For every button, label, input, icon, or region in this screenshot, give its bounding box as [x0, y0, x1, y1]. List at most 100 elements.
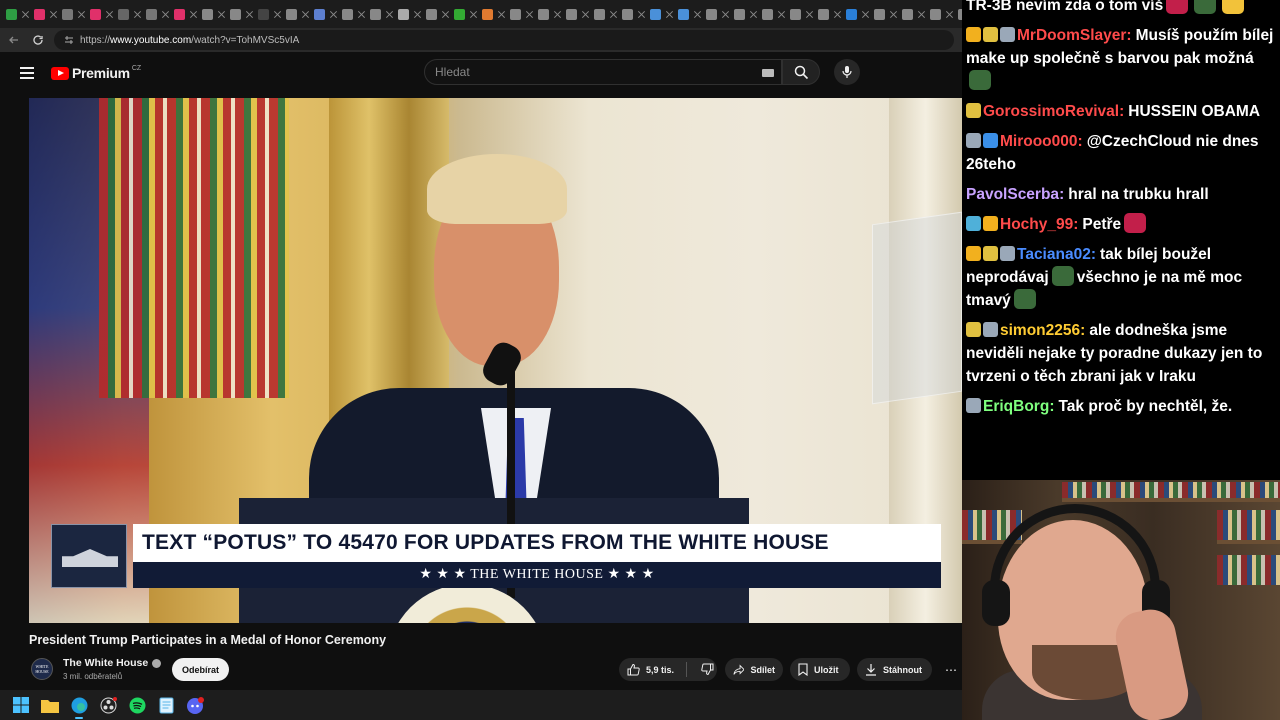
browser-tab-favicon[interactable] — [482, 8, 493, 20]
browser-tab-favicon[interactable] — [622, 8, 633, 20]
browser-tab-favicon[interactable] — [902, 8, 913, 20]
browser-tab-favicon[interactable] — [734, 8, 745, 20]
save-button[interactable]: Uložit — [790, 658, 850, 681]
close-tab-icon[interactable] — [77, 10, 86, 19]
voice-search-button[interactable] — [834, 59, 860, 85]
browser-tab-favicon[interactable] — [34, 8, 45, 20]
notepad-icon[interactable] — [157, 696, 175, 714]
share-button[interactable]: Sdílet — [725, 658, 783, 681]
windows-start-icon[interactable] — [12, 696, 30, 714]
spotify-icon[interactable] — [128, 696, 146, 714]
close-tab-icon[interactable] — [273, 10, 282, 19]
close-tab-icon[interactable] — [861, 10, 870, 19]
close-tab-icon[interactable] — [469, 10, 478, 19]
browser-tab-favicon[interactable] — [202, 8, 213, 20]
chat-username[interactable]: Taciana02 — [1017, 246, 1096, 263]
browser-tab-favicon[interactable] — [342, 8, 353, 20]
close-tab-icon[interactable] — [329, 10, 338, 19]
chat-username[interactable]: Hochy_99 — [1000, 216, 1078, 233]
close-tab-icon[interactable] — [357, 10, 366, 19]
browser-tab-favicon[interactable] — [846, 8, 857, 20]
browser-tab-favicon[interactable] — [930, 8, 941, 20]
close-tab-icon[interactable] — [609, 10, 618, 19]
browser-tab-favicon[interactable] — [286, 8, 297, 20]
browser-tab-favicon[interactable] — [174, 8, 185, 20]
close-tab-icon[interactable] — [805, 10, 814, 19]
close-tab-icon[interactable] — [553, 10, 562, 19]
close-tab-icon[interactable] — [721, 10, 730, 19]
browser-tab-favicon[interactable] — [818, 8, 829, 20]
close-tab-icon[interactable] — [581, 10, 590, 19]
close-tab-icon[interactable] — [189, 10, 198, 19]
channel-name[interactable]: The White House — [63, 657, 162, 669]
close-tab-icon[interactable] — [49, 10, 58, 19]
chat-username[interactable]: EriqBorg — [983, 398, 1054, 415]
url-field[interactable]: https://www.youtube.com/watch?v=TohMVSc5… — [54, 30, 954, 50]
reload-button[interactable] — [28, 30, 48, 50]
more-actions-button[interactable]: ⋯ — [940, 658, 962, 681]
browser-tab-favicon[interactable] — [258, 8, 269, 20]
browser-tab-favicon[interactable] — [790, 8, 801, 20]
close-tab-icon[interactable] — [889, 10, 898, 19]
chat-username[interactable]: PavolScerba — [966, 186, 1064, 203]
close-tab-icon[interactable] — [161, 10, 170, 19]
chat-username[interactable]: GorossimoRevival — [983, 103, 1124, 120]
youtube-logo[interactable]: Premium CZ — [51, 65, 141, 81]
close-tab-icon[interactable] — [497, 10, 506, 19]
browser-tab-favicon[interactable] — [426, 8, 437, 20]
edge-browser-icon[interactable] — [70, 696, 88, 719]
file-explorer-icon[interactable] — [41, 696, 59, 714]
browser-tab-favicon[interactable] — [230, 8, 241, 20]
obs-icon[interactable] — [99, 696, 117, 714]
download-button[interactable]: Stáhnout — [857, 658, 932, 681]
menu-icon[interactable] — [20, 67, 34, 79]
chat-username[interactable]: simon2256 — [1000, 322, 1085, 339]
back-button[interactable] — [4, 30, 24, 50]
channel-avatar[interactable]: WHITE HOUSE — [31, 658, 53, 680]
browser-tab-favicon[interactable] — [146, 8, 157, 20]
close-tab-icon[interactable] — [525, 10, 534, 19]
close-tab-icon[interactable] — [917, 10, 926, 19]
browser-tab-favicon[interactable] — [538, 8, 549, 20]
close-tab-icon[interactable] — [945, 10, 954, 19]
close-tab-icon[interactable] — [133, 10, 142, 19]
search-input[interactable] — [424, 59, 782, 85]
browser-tab-favicon[interactable] — [566, 8, 577, 20]
browser-tab-favicon[interactable] — [314, 8, 325, 20]
close-tab-icon[interactable] — [21, 10, 30, 19]
close-tab-icon[interactable] — [665, 10, 674, 19]
browser-tab-favicon[interactable] — [118, 8, 129, 20]
close-tab-icon[interactable] — [749, 10, 758, 19]
browser-tab-favicon[interactable] — [510, 8, 521, 20]
close-tab-icon[interactable] — [217, 10, 226, 19]
chat-username[interactable]: Mirooo000 — [1000, 133, 1083, 150]
thumbs-down-icon[interactable] — [701, 663, 714, 676]
thumbs-up-icon[interactable] — [627, 663, 640, 676]
browser-tab-favicon[interactable] — [6, 8, 17, 20]
browser-tab-favicon[interactable] — [874, 8, 885, 20]
close-tab-icon[interactable] — [637, 10, 646, 19]
discord-icon[interactable] — [186, 696, 204, 714]
browser-tab-favicon[interactable] — [678, 8, 689, 20]
browser-tab-favicon[interactable] — [370, 8, 381, 20]
search-button[interactable] — [782, 59, 820, 85]
browser-tab-favicon[interactable] — [650, 8, 661, 20]
close-tab-icon[interactable] — [441, 10, 450, 19]
like-count[interactable]: 5,9 tis. — [646, 665, 674, 675]
video-player[interactable]: TEXT “POTUS” TO 45470 FOR UPDATES FROM T… — [29, 98, 962, 623]
browser-tab-favicon[interactable] — [454, 8, 465, 20]
close-tab-icon[interactable] — [777, 10, 786, 19]
browser-tab-favicon[interactable] — [62, 8, 73, 20]
keyboard-icon[interactable] — [762, 69, 774, 77]
close-tab-icon[interactable] — [385, 10, 394, 19]
chat-username[interactable]: MrDoomSlayer — [1017, 27, 1132, 44]
browser-tab-favicon[interactable] — [398, 8, 409, 20]
close-tab-icon[interactable] — [833, 10, 842, 19]
close-tab-icon[interactable] — [105, 10, 114, 19]
close-tab-icon[interactable] — [693, 10, 702, 19]
subscribe-button[interactable]: Odebírat — [172, 658, 229, 681]
browser-tab-favicon[interactable] — [90, 8, 101, 20]
browser-tab-favicon[interactable] — [706, 8, 717, 20]
browser-tab-favicon[interactable] — [762, 8, 773, 20]
close-tab-icon[interactable] — [301, 10, 310, 19]
